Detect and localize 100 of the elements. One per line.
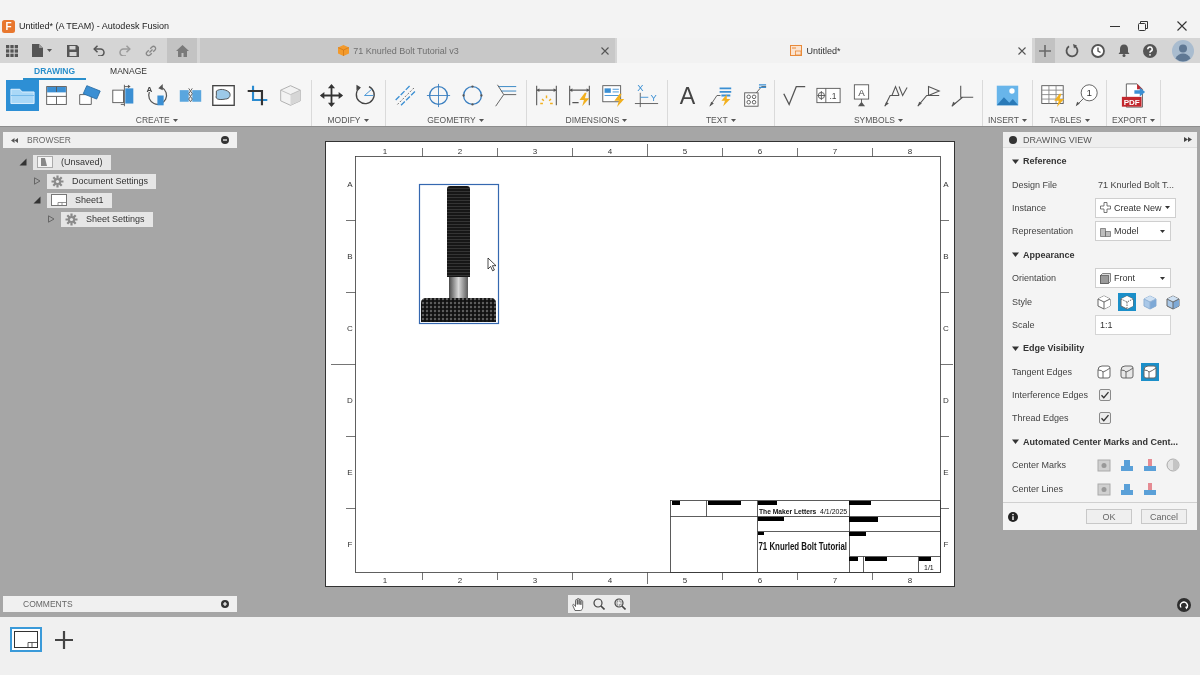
zone-label: A [347, 180, 353, 189]
panel-title: COMMENTS [23, 599, 73, 609]
add-sheet-button[interactable] [55, 631, 73, 649]
zone-label: 6 [757, 576, 763, 585]
sheet-thumbnail[interactable] [10, 627, 42, 652]
zone-label: 1 [382, 147, 388, 156]
dropdown[interactable]: Create New [1095, 197, 1176, 218]
group-menu[interactable]: GEOMETRY [425, 114, 486, 126]
toggle-button[interactable] [1141, 362, 1159, 381]
expand-arrow-icon[interactable] [33, 196, 41, 204]
dropdown[interactable]: Front [1095, 268, 1171, 289]
plus-circle-icon [221, 600, 229, 608]
group-menu[interactable]: INSERT [986, 114, 1030, 126]
checkbox[interactable] [1099, 389, 1111, 402]
group-menu[interactable]: CREATE [133, 114, 180, 126]
tree-item[interactable]: Sheet Settings [61, 211, 153, 227]
collapse-arrow-icon[interactable] [1012, 157, 1019, 165]
placeholder-bar [849, 517, 878, 522]
shaded-cube-icon [1142, 293, 1158, 310]
zoom-window-button[interactable] [611, 596, 628, 612]
new-tab-button[interactable] [1035, 38, 1055, 63]
save-icon [67, 44, 79, 57]
cube-hole-icon [1096, 480, 1112, 497]
gear-icon [65, 212, 78, 226]
zoom-button[interactable] [591, 596, 607, 612]
group-menu[interactable]: MODIFY [325, 114, 371, 126]
checkbox[interactable] [1099, 412, 1111, 425]
group-menu[interactable]: TABLES [1047, 114, 1092, 126]
group-menu[interactable]: DIMENSIONS [563, 114, 630, 126]
caret-icon [730, 118, 736, 122]
toggle-button[interactable] [1164, 456, 1182, 475]
block-icon [1119, 457, 1135, 474]
toggle-button[interactable] [1118, 362, 1136, 381]
home-icon [175, 44, 189, 57]
outlined-cube-icon [1119, 293, 1135, 310]
dropdown[interactable]: Model [1095, 221, 1171, 242]
collapse-arrow-icon[interactable] [1012, 438, 1019, 446]
placeholder-bar [919, 557, 931, 561]
toggle-button[interactable] [1118, 292, 1136, 311]
ribbon-tab[interactable]: MANAGE [99, 63, 158, 80]
toggle-button[interactable] [1095, 456, 1113, 475]
zone-label: 7 [832, 576, 838, 585]
group-menu[interactable]: EXPORT [1110, 114, 1157, 126]
scale-field[interactable]: 1:1 [1095, 314, 1171, 335]
expand-arrow-icon[interactable] [19, 158, 27, 166]
zoom-icon [593, 598, 605, 610]
caret-icon [1164, 206, 1170, 210]
sheet-icon [790, 45, 803, 56]
app-logo: F [2, 19, 15, 33]
zone-label: B [347, 252, 353, 261]
collapse-arrow-icon[interactable] [1012, 344, 1019, 352]
tree-item[interactable]: Sheet1 [47, 192, 112, 208]
section-title: Edge Visibility [1023, 343, 1085, 354]
crosshair-icon [426, 83, 452, 108]
expand-icon [1184, 137, 1192, 142]
expand-arrow-icon[interactable] [47, 215, 55, 223]
tree-item[interactable]: (Unsaved) [33, 154, 111, 170]
zone-label: 7 [832, 147, 838, 156]
placeholder-bar [865, 557, 887, 561]
caret-icon [1084, 118, 1090, 122]
field-label: Style [1012, 296, 1033, 307]
zone-label: E [943, 468, 949, 477]
profile-button[interactable] [1170, 38, 1196, 63]
app-grid-icon [6, 44, 18, 57]
dot-icon [1009, 135, 1017, 144]
zone-label: C [347, 324, 353, 333]
dialog-button[interactable]: OK [1086, 509, 1132, 524]
placeholder-bar [849, 532, 866, 536]
zone-label: A [943, 180, 949, 189]
circle-arrow-icon [1177, 598, 1191, 612]
zone-label: E [347, 468, 353, 477]
collapse-arrow-icon[interactable] [1012, 251, 1019, 259]
box-arrows-icon [110, 83, 136, 108]
close-icon [1176, 21, 1187, 31]
zone-label: 5 [682, 147, 688, 156]
blocks-icon [1100, 225, 1111, 237]
info-icon [1008, 511, 1018, 522]
cube-icon [1100, 272, 1111, 284]
field-label: Interference Edges [1012, 390, 1090, 401]
close-icon [1018, 46, 1026, 55]
zone-label: 2 [457, 576, 463, 585]
home-button[interactable] [167, 38, 197, 63]
caret-icon [478, 118, 484, 122]
zone-label: 5 [682, 576, 688, 585]
dashed-lines-icon [392, 83, 418, 108]
document-tab[interactable]: Untitled* [617, 38, 1032, 63]
leader-lines-icon [493, 83, 519, 108]
expand-arrow-icon[interactable] [33, 177, 41, 185]
zone-label: 4 [607, 576, 613, 585]
group-menu[interactable]: SYMBOLS [851, 114, 906, 126]
toggle-button[interactable] [1095, 362, 1113, 381]
section-title: Automated Center Marks and Cent... [1023, 436, 1179, 447]
field-label: Representation [1012, 226, 1075, 237]
dialog-button[interactable]: Cancel [1141, 509, 1187, 524]
caret-icon [172, 118, 178, 122]
tree-item[interactable]: Document Settings [47, 173, 157, 189]
placeholder-bar [758, 517, 784, 521]
drawing-title: 71 Knurled Bolt Tutorial [758, 540, 848, 553]
clock-icon [1091, 43, 1105, 58]
group-menu[interactable]: TEXT [703, 114, 738, 126]
